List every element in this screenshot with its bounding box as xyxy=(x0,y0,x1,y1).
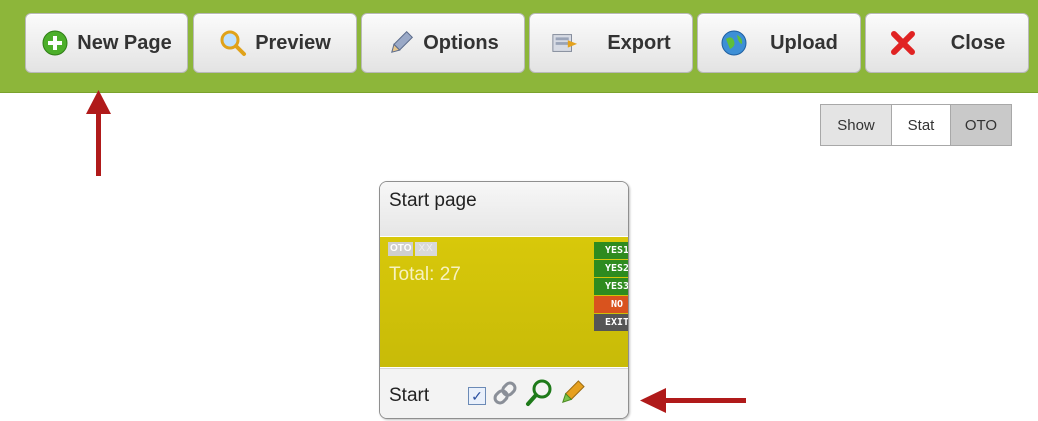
output-exit[interactable]: EXIT xyxy=(594,314,628,331)
card-footer-label: Start xyxy=(389,385,430,406)
export-icon xyxy=(551,29,579,57)
toolbar: New Page Preview Options Export Upload C… xyxy=(0,0,1038,93)
card-tags: OTO XX xyxy=(388,242,437,256)
upload-label: Upload xyxy=(770,31,838,54)
card-title: Start page xyxy=(380,182,628,236)
search-icon[interactable] xyxy=(524,378,554,413)
close-label: Close xyxy=(950,31,1006,54)
toggle-show[interactable]: Show xyxy=(821,105,892,145)
toggle-oto[interactable]: OTO xyxy=(951,105,1011,145)
start-checkbox[interactable]: ✓ xyxy=(468,386,486,405)
pencil-icon xyxy=(387,29,415,57)
toggle-stat[interactable]: Stat xyxy=(892,105,951,145)
options-button[interactable]: Options xyxy=(361,13,525,73)
output-yes3[interactable]: YES3 xyxy=(594,278,628,295)
export-label: Export xyxy=(607,31,671,54)
card-total: Total: 27 xyxy=(389,264,461,285)
page-card[interactable]: Start page OTO XX Total: 27 YES1 YES2 YE… xyxy=(379,181,629,419)
card-outputs: YES1 YES2 YES3 NO EXIT xyxy=(594,242,628,332)
oto-tag: OTO xyxy=(388,242,414,256)
view-toggle: Show Stat OTO xyxy=(820,104,1012,146)
card-footer-icons: ✓ xyxy=(468,378,586,413)
output-no[interactable]: NO xyxy=(594,296,628,313)
upload-button[interactable]: Upload xyxy=(697,13,861,73)
preview-button[interactable]: Preview xyxy=(193,13,357,73)
link-icon[interactable] xyxy=(490,378,520,413)
new-page-button[interactable]: New Page xyxy=(25,13,188,73)
left-arrow-indicator xyxy=(640,388,746,413)
up-arrow-indicator xyxy=(86,90,111,176)
export-button[interactable]: Export xyxy=(529,13,693,73)
plus-circle-icon xyxy=(41,29,69,57)
magnifier-icon xyxy=(219,29,247,57)
output-yes1[interactable]: YES1 xyxy=(594,242,628,259)
output-yes2[interactable]: YES2 xyxy=(594,260,628,277)
new-page-label: New Page xyxy=(77,31,172,54)
extra-tag: XX xyxy=(415,242,437,256)
card-body: OTO XX Total: 27 YES1 YES2 YES3 NO EXIT xyxy=(380,237,628,367)
options-label: Options xyxy=(423,31,499,54)
edit-pencil-icon[interactable] xyxy=(558,378,586,413)
close-button[interactable]: Close xyxy=(865,13,1029,73)
close-icon xyxy=(889,29,917,57)
card-footer: Start ✓ xyxy=(380,368,628,418)
preview-label: Preview xyxy=(255,31,331,54)
globe-icon xyxy=(720,29,748,57)
